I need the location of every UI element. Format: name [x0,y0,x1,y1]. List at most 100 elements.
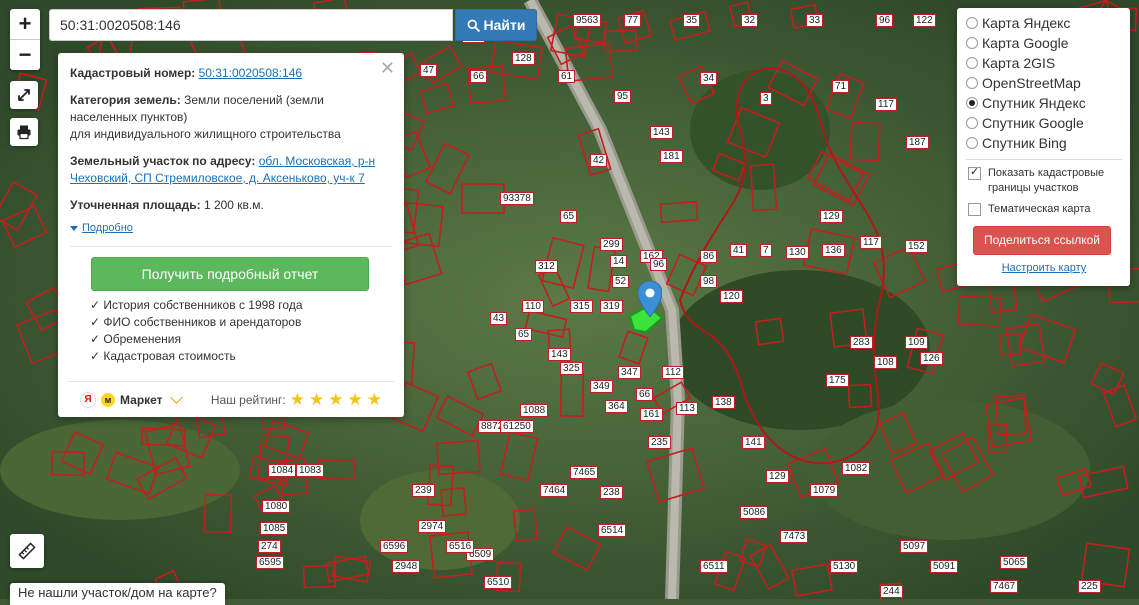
parcel-number-label[interactable]: 1088 [520,404,549,417]
parcel-number-label[interactable]: 113 [676,402,698,415]
parcel-number-label[interactable]: 349 [590,380,613,393]
parcel-number-label[interactable]: 5130 [830,560,859,573]
basemap-option[interactable]: Карта 2GIS [966,53,1122,73]
details-toggle[interactable]: Подробно [70,222,392,234]
close-icon[interactable]: ✕ [380,58,395,79]
parcel-number-label[interactable]: 61250 [500,420,534,433]
parcel-number-label[interactable]: 52 [612,275,630,288]
parcel-number-label[interactable]: 96 [650,258,668,271]
parcel-number-label[interactable]: 315 [570,300,593,313]
parcel-number-label[interactable]: 7465 [570,466,599,479]
basemap-option[interactable]: Спутник Bing [966,133,1122,153]
thematic-map-checkbox[interactable]: Тематическая карта [966,202,1122,217]
parcel-number-label[interactable]: 112 [662,366,684,379]
parcel-number-label[interactable]: 175 [826,374,849,387]
parcel-number-label[interactable]: 1080 [262,500,291,513]
parcel-number-label[interactable]: 239 [412,484,435,497]
parcel-number-label[interactable]: 65 [515,328,533,341]
parcel-number-label[interactable]: 122 [913,14,936,27]
parcel-number-label[interactable]: 274 [258,540,281,553]
parcel-number-label[interactable]: 2974 [418,520,447,533]
parcel-number-label[interactable]: 6595 [256,556,285,569]
parcel-number-label[interactable]: 77 [624,14,642,27]
parcel-number-label[interactable]: 143 [650,126,673,139]
print-button[interactable] [10,118,38,146]
parcel-number-label[interactable]: 65 [560,210,578,223]
basemap-option[interactable]: Карта Яндекс [966,13,1122,33]
parcel-number-label[interactable]: 141 [742,436,765,449]
parcel-number-label[interactable]: 312 [535,260,558,273]
parcel-number-label[interactable]: 225 [1078,580,1101,593]
parcel-number-label[interactable]: 34 [700,72,718,85]
parcel-number-label[interactable]: 95 [614,90,632,103]
parcel-number-label[interactable]: 238 [600,486,623,499]
parcel-number-label[interactable]: 138 [712,396,735,409]
basemap-option[interactable]: Карта Google [966,33,1122,53]
parcel-number-label[interactable]: 364 [605,400,628,413]
parcel-number-label[interactable]: 7 [760,244,772,257]
parcel-number-label[interactable]: 6516 [446,540,475,553]
configure-map-link[interactable]: Настроить карту [966,262,1122,274]
parcel-number-label[interactable]: 32 [741,14,759,27]
parcel-number-label[interactable]: 6596 [380,540,409,553]
parcel-number-label[interactable]: 3 [760,92,772,105]
parcel-number-label[interactable]: 66 [636,388,654,401]
parcel-number-label[interactable]: 152 [905,240,928,253]
search-input[interactable] [49,9,453,41]
parcel-number-label[interactable]: 109 [905,336,928,349]
get-report-button[interactable]: Получить подробный отчет [91,257,369,291]
parcel-number-label[interactable]: 71 [832,80,850,93]
parcel-number-label[interactable]: 347 [618,366,641,379]
parcel-number-label[interactable]: 86 [700,250,718,263]
parcel-number-label[interactable]: 6511 [700,560,728,573]
parcel-number-label[interactable]: 244 [880,585,903,598]
show-borders-checkbox[interactable]: Показать кадастровые границы участков [966,165,1122,196]
parcel-number-label[interactable]: 117 [875,98,897,111]
parcel-number-label[interactable]: 7467 [990,580,1019,593]
parcel-number-label[interactable]: 143 [548,348,571,361]
parcel-number-label[interactable]: 319 [600,300,623,313]
not-found-banner[interactable]: Не нашли участок/дом на карте? [10,583,225,605]
parcel-number-label[interactable]: 93378 [500,192,534,205]
parcel-number-label[interactable]: 1082 [842,462,871,475]
parcel-number-label[interactable]: 33 [806,14,824,27]
parcel-number-label[interactable]: 7473 [780,530,809,543]
parcel-number-label[interactable]: 1085 [260,522,289,535]
parcel-number-label[interactable]: 43 [490,312,508,325]
search-button[interactable]: Найти [455,9,537,41]
parcel-number-label[interactable]: 129 [766,470,789,483]
parcel-number-label[interactable]: 325 [560,362,583,375]
location-pin-icon[interactable] [638,281,662,317]
parcel-number-label[interactable]: 1084 [268,464,297,477]
parcel-number-label[interactable]: 98 [700,275,718,288]
basemap-option[interactable]: Спутник Яндекс [966,93,1122,113]
parcel-number-label[interactable]: 299 [600,238,623,251]
parcel-number-label[interactable]: 96 [876,14,894,27]
parcel-number-label[interactable]: 235 [648,436,671,449]
parcel-number-label[interactable]: 110 [522,300,544,313]
parcel-number-label[interactable]: 35 [683,14,701,27]
parcel-number-label[interactable]: 7464 [540,484,569,497]
parcel-number-label[interactable]: 129 [820,210,843,223]
basemap-option[interactable]: Спутник Google [966,113,1122,133]
parcel-number-label[interactable]: 120 [720,290,743,303]
parcel-number-label[interactable]: 5097 [900,540,929,553]
zoom-out-button[interactable]: − [10,39,40,70]
parcel-number-label[interactable]: 283 [850,336,873,349]
fullscreen-button[interactable] [10,81,38,109]
zoom-in-button[interactable]: + [10,9,40,39]
parcel-number-label[interactable]: 187 [906,136,929,149]
parcel-number-label[interactable]: 41 [730,244,748,257]
cadastral-number-link[interactable]: 50:31:0020508:146 [199,66,302,80]
basemap-option[interactable]: OpenStreetMap [966,73,1122,93]
parcel-number-label[interactable]: 128 [512,52,535,65]
parcel-number-label[interactable]: 2948 [392,560,421,573]
parcel-number-label[interactable]: 61 [558,70,576,83]
parcel-number-label[interactable]: 5086 [740,506,769,519]
parcel-number-label[interactable]: 117 [860,236,882,249]
parcel-number-label[interactable]: 5091 [930,560,959,573]
parcel-number-label[interactable]: 6510 [484,576,513,589]
parcel-number-label[interactable]: 9563 [573,14,602,27]
parcel-number-label[interactable]: 161 [640,408,663,421]
parcel-number-label[interactable]: 5065 [1000,556,1029,569]
